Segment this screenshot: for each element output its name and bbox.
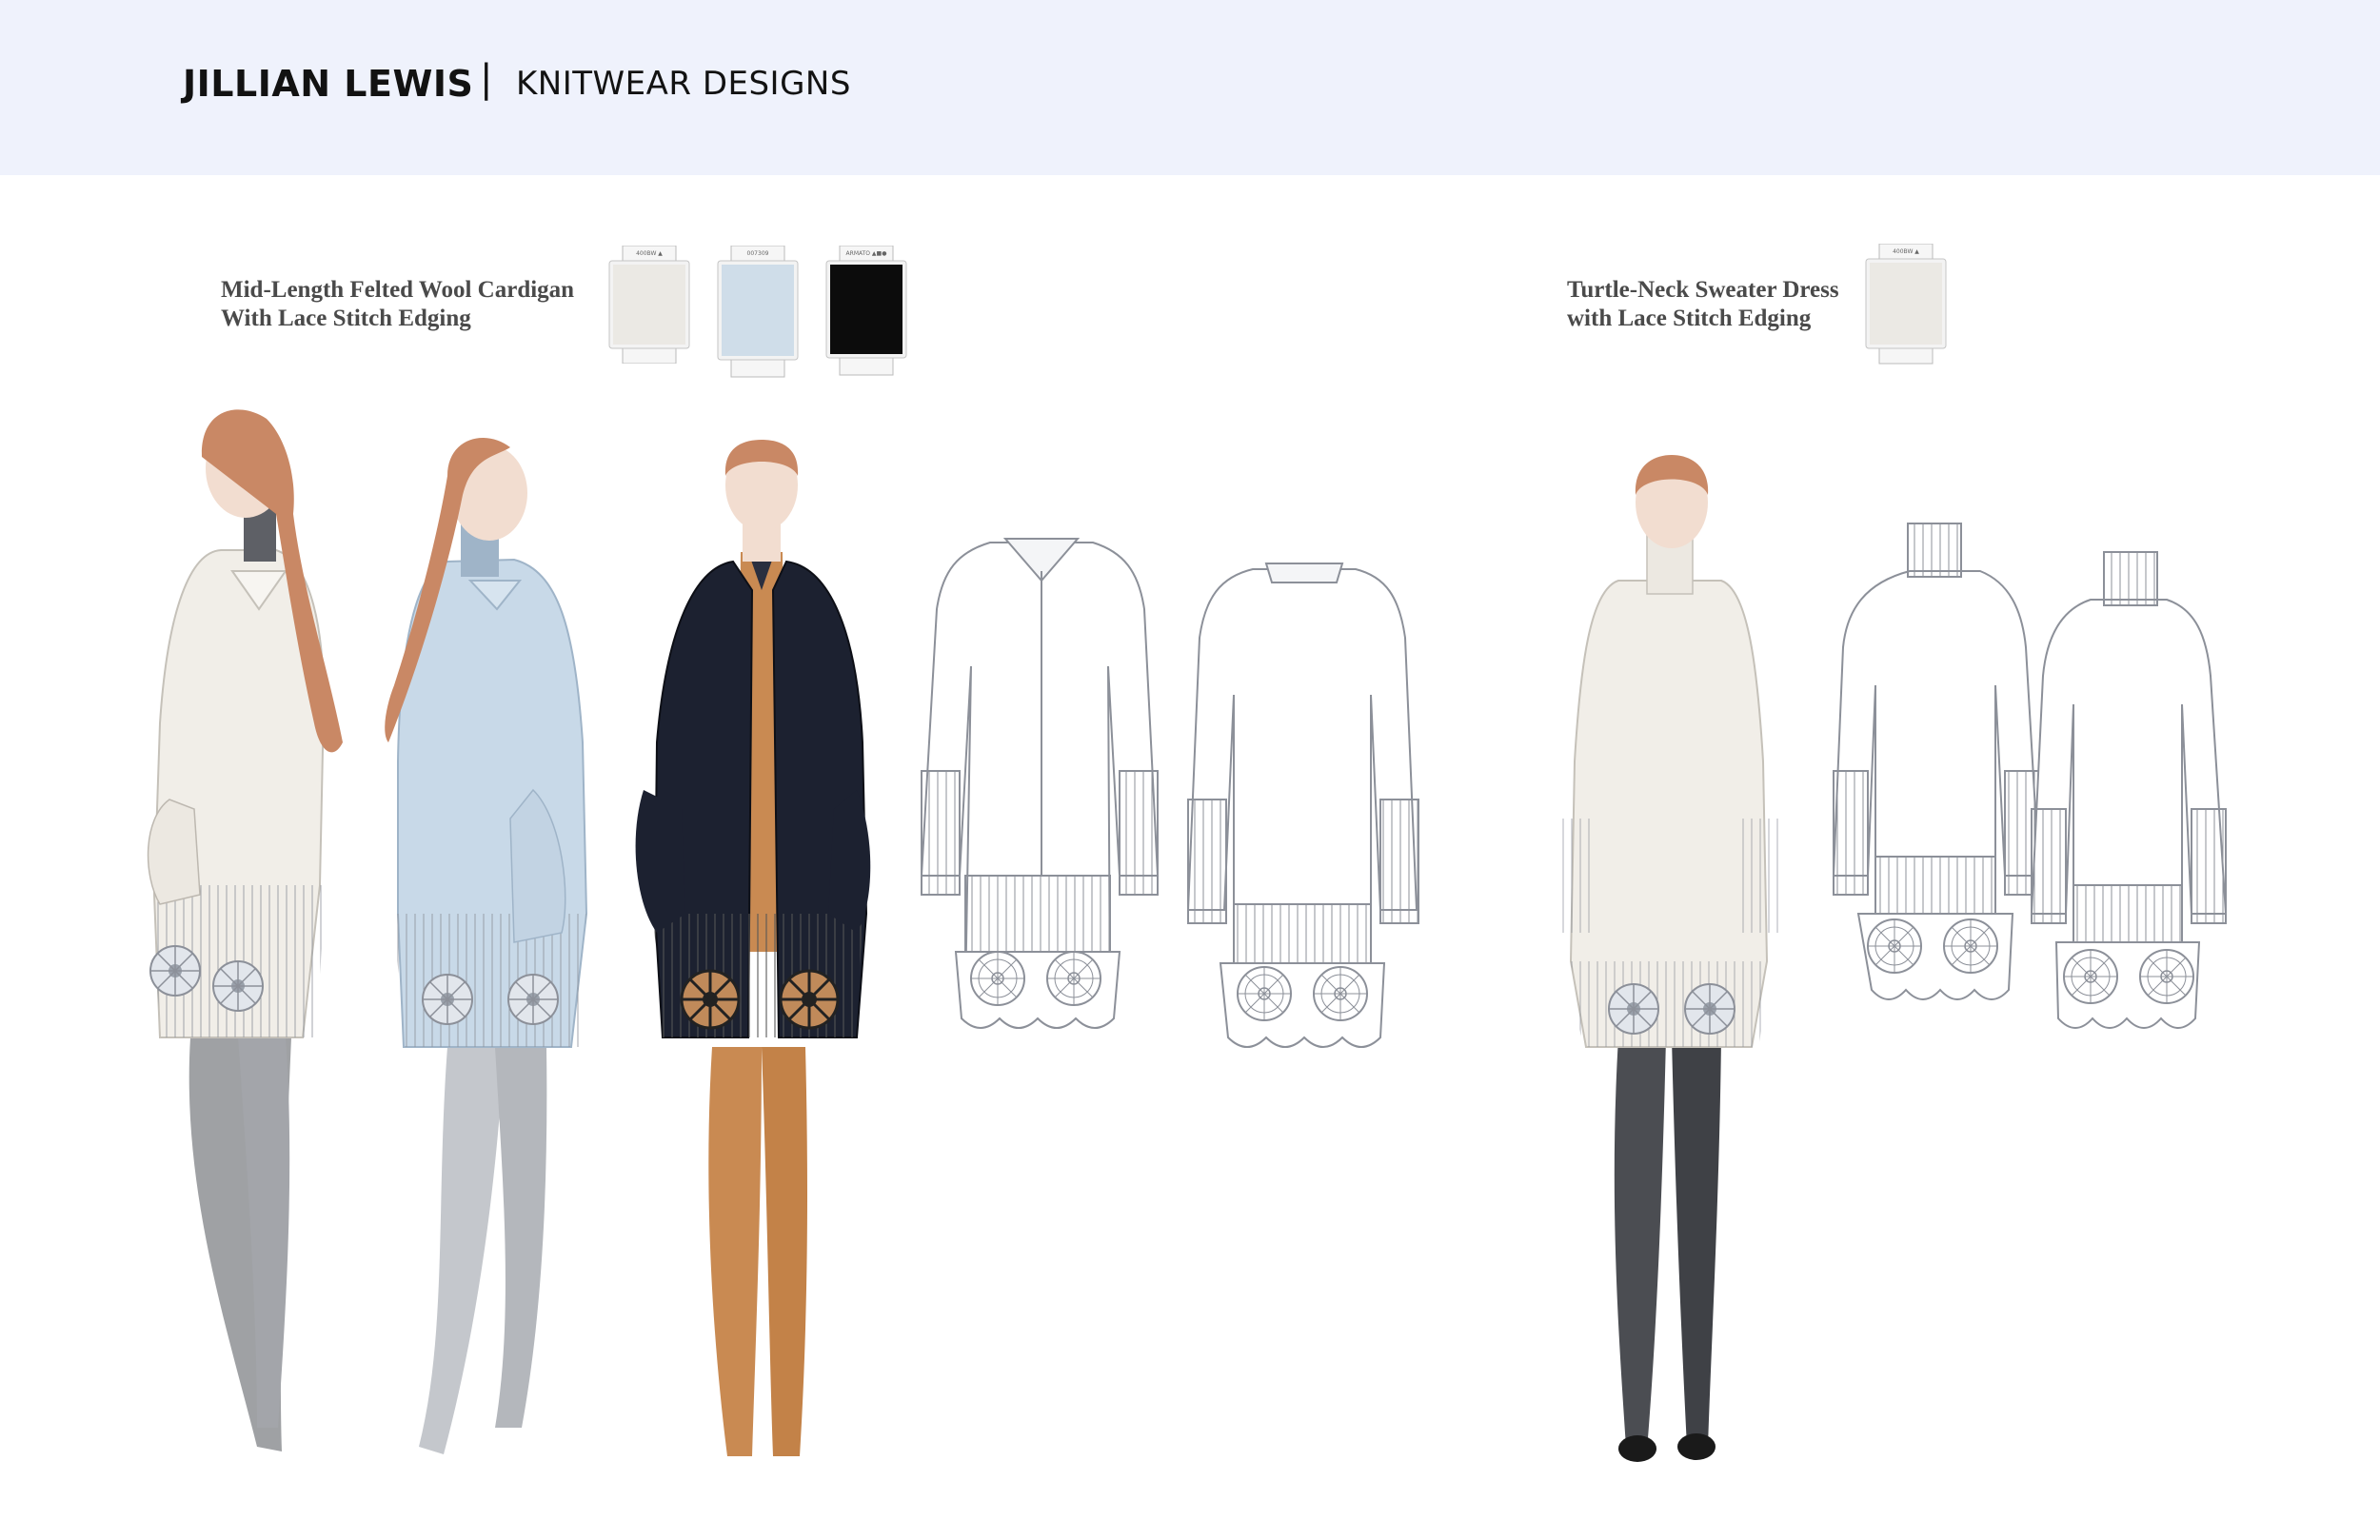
figure-blue-cardigan bbox=[385, 438, 588, 1454]
flat-dress-back bbox=[2030, 551, 2228, 1029]
flat-cardigan-front bbox=[920, 538, 1160, 1029]
flat-cardigan-back bbox=[1186, 563, 1419, 1048]
fashion-illustrations bbox=[147, 409, 2228, 1462]
figure-sweater-dress bbox=[1557, 455, 1780, 1462]
figure-cream-cardigan bbox=[147, 409, 343, 1451]
flat-dress-front bbox=[1832, 523, 2041, 1000]
figure-black-cardigan bbox=[635, 440, 871, 1456]
